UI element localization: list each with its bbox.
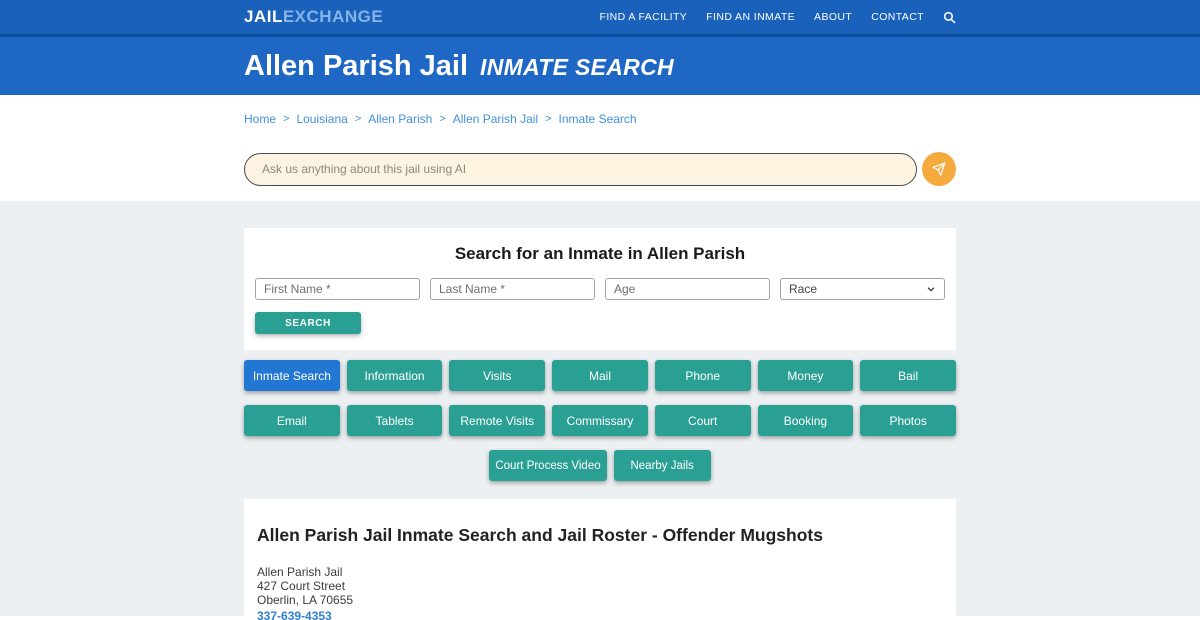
- page-subtitle: INMATE SEARCH: [480, 54, 674, 81]
- ai-search-bar: [244, 152, 956, 186]
- logo-exchange: EXCHANGE: [283, 7, 383, 26]
- tab-inmate-search[interactable]: Inmate Search: [244, 360, 340, 391]
- tab-tablets[interactable]: Tablets: [347, 405, 443, 436]
- page-title: Allen Parish Jail: [244, 50, 468, 83]
- top-nav-links: FIND A FACILITY FIND AN INMATE ABOUT CON…: [600, 11, 956, 24]
- breadcrumb-separator: >: [545, 113, 551, 125]
- jail-info-card: Allen Parish Jail Inmate Search and Jail…: [244, 499, 956, 620]
- top-navbar: JAILEXCHANGE FIND A FACILITY FIND AN INM…: [0, 0, 1200, 37]
- address-city-state-zip: Oberlin, LA 70655: [257, 593, 943, 607]
- tab-remote-visits[interactable]: Remote Visits: [449, 405, 545, 436]
- breadcrumb-louisiana[interactable]: Louisiana: [296, 112, 347, 126]
- tab-mail[interactable]: Mail: [552, 360, 648, 391]
- search-form-fields: Race: [255, 278, 945, 300]
- tab-court-process-video[interactable]: Court Process Video: [489, 450, 606, 481]
- tab-nearby-jails[interactable]: Nearby Jails: [614, 450, 711, 481]
- tab-email[interactable]: Email: [244, 405, 340, 436]
- send-icon: [931, 161, 947, 177]
- jail-nav-buttons-row3: Court Process Video Nearby Jails: [244, 450, 956, 481]
- last-name-field[interactable]: [430, 278, 595, 300]
- breadcrumb-allen-parish[interactable]: Allen Parish: [368, 112, 432, 126]
- breadcrumb-separator: >: [283, 113, 289, 125]
- breadcrumb-inmate-search[interactable]: Inmate Search: [559, 112, 637, 126]
- search-form-title: Search for an Inmate in Allen Parish: [255, 244, 945, 264]
- phone-link[interactable]: 337-639-4353: [257, 609, 332, 620]
- chevron-down-icon: [926, 284, 936, 294]
- race-select[interactable]: Race: [780, 278, 945, 300]
- nav-link-find-an-inmate[interactable]: FIND AN INMATE: [706, 11, 795, 23]
- search-button[interactable]: SEARCH: [255, 312, 361, 334]
- breadcrumb-separator: >: [355, 113, 361, 125]
- tab-booking[interactable]: Booking: [758, 405, 854, 436]
- tab-bail[interactable]: Bail: [860, 360, 956, 391]
- tab-visits[interactable]: Visits: [449, 360, 545, 391]
- tab-court[interactable]: Court: [655, 405, 751, 436]
- address-street: 427 Court Street: [257, 579, 943, 593]
- search-icon[interactable]: [943, 11, 956, 24]
- content-heading: Allen Parish Jail Inmate Search and Jail…: [257, 525, 943, 546]
- tab-photos[interactable]: Photos: [860, 405, 956, 436]
- nav-link-contact[interactable]: CONTACT: [871, 11, 924, 23]
- tab-money[interactable]: Money: [758, 360, 854, 391]
- jail-nav-buttons-row1-2: Inmate Search Information Visits Mail Ph…: [244, 360, 956, 436]
- breadcrumb-allen-parish-jail[interactable]: Allen Parish Jail: [453, 112, 538, 126]
- inmate-search-card: Search for an Inmate in Allen Parish Rac…: [244, 228, 956, 350]
- address-jail-name: Allen Parish Jail: [257, 565, 943, 579]
- logo-jail: JAIL: [244, 7, 283, 26]
- breadcrumb-home[interactable]: Home: [244, 112, 276, 126]
- breadcrumb-and-ai-zone: Home > Louisiana > Allen Parish > Allen …: [0, 95, 1200, 201]
- main-content-area: Search for an Inmate in Allen Parish Rac…: [0, 201, 1200, 616]
- first-name-field[interactable]: [255, 278, 420, 300]
- jailexchange-logo[interactable]: JAILEXCHANGE: [244, 7, 383, 27]
- ai-send-button[interactable]: [922, 152, 956, 186]
- ai-question-input[interactable]: [244, 153, 917, 186]
- nav-link-about[interactable]: ABOUT: [814, 11, 852, 23]
- age-field[interactable]: [605, 278, 770, 300]
- tab-phone[interactable]: Phone: [655, 360, 751, 391]
- nav-link-find-a-facility[interactable]: FIND A FACILITY: [600, 11, 688, 23]
- breadcrumb-separator: >: [439, 113, 445, 125]
- race-selected-value: Race: [789, 282, 817, 296]
- hero-banner: Allen Parish Jail INMATE SEARCH: [0, 37, 1200, 95]
- breadcrumb: Home > Louisiana > Allen Parish > Allen …: [244, 95, 956, 126]
- tab-information[interactable]: Information: [347, 360, 443, 391]
- tab-commissary[interactable]: Commissary: [552, 405, 648, 436]
